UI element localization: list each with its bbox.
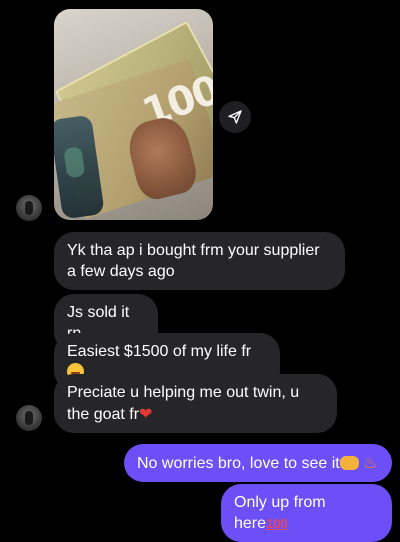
message-bubble-outgoing[interactable]: No worries bro, love to see it ♨ <box>124 444 392 482</box>
fire-emoji: ♨ <box>363 453 378 472</box>
message-bubble-incoming[interactable]: Preciate u helping me out twin, u the go… <box>54 374 337 433</box>
message-bubble-incoming[interactable]: Yk tha ap i bought frm your supplier a f… <box>54 232 345 290</box>
share-button[interactable] <box>219 101 251 133</box>
contact-avatar[interactable] <box>16 195 42 221</box>
message-bubble-outgoing[interactable]: Only up from here100 <box>221 484 392 542</box>
contact-avatar[interactable] <box>16 405 42 431</box>
money-photo-attachment[interactable]: 100 <box>54 9 213 220</box>
message-text: Preciate u helping me out twin, u the go… <box>67 384 300 423</box>
red-heart-emoji: ❤ <box>139 404 153 423</box>
message-text: No worries bro, love to see it <box>137 455 340 472</box>
message-text: Yk tha ap i bought frm your supplier a f… <box>67 242 320 280</box>
send-icon <box>228 110 242 124</box>
handshake-emoji <box>339 456 359 470</box>
message-text: Easiest $1500 of my life fr <box>67 343 252 360</box>
